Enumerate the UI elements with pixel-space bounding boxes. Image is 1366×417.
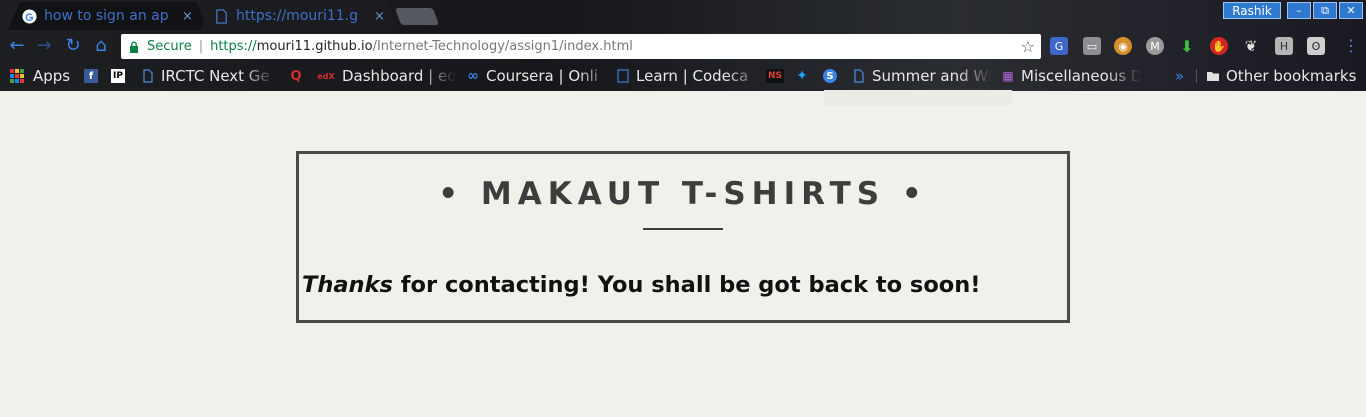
bookmark-apps[interactable]: Apps: [10, 66, 70, 86]
download-extension-icon[interactable]: ⬇: [1178, 37, 1196, 56]
forward-icon[interactable]: →: [34, 36, 54, 56]
adblock-extension-icon[interactable]: ✋: [1210, 37, 1228, 55]
lock-icon: [130, 41, 138, 53]
bookmarks-divider: [1196, 69, 1197, 83]
tab-title: https://mouri11.g: [236, 8, 359, 24]
bookmark-coursera[interactable]: ∞ Coursera | Onli: [466, 66, 614, 86]
h-extension-icon[interactable]: H: [1275, 37, 1293, 55]
misc-icon: ▦: [1002, 69, 1014, 83]
tab-close-icon[interactable]: ×: [182, 9, 193, 24]
folder-icon: [1207, 72, 1219, 81]
bookmark-miscellaneous[interactable]: ▦ Miscellaneous D: [1001, 66, 1141, 86]
bookmarks-overflow-icon[interactable]: »: [1175, 67, 1184, 85]
new-tab-button[interactable]: [394, 8, 440, 25]
reload-icon[interactable]: ↻: [63, 36, 83, 56]
chrome-menu-icon[interactable]: ⋮: [1343, 36, 1359, 55]
bookmark-twitter[interactable]: ✦: [795, 66, 815, 86]
bookmark-irctc[interactable]: IRCTC Next Ge: [141, 66, 276, 86]
tab-title: how to sign an ap: [44, 8, 169, 24]
bookmarks-bar: Apps f IP IRCTC Next Ge Q edX Dashboard …: [0, 62, 1366, 89]
google-icon: [22, 9, 37, 24]
page-icon: [854, 69, 864, 83]
twitter-icon: ✦: [796, 68, 808, 84]
thanks-message: Thanks for contacting! You shall be got …: [302, 272, 1062, 298]
content-card: • MAKAUT T-SHIRTS • Thanks for contactin…: [296, 151, 1070, 323]
face-extension-icon[interactable]: ◉: [1114, 37, 1132, 55]
minimize-button[interactable]: –: [1287, 2, 1311, 19]
m-extension-icon[interactable]: M: [1146, 37, 1164, 55]
translate-extension-icon[interactable]: G: [1050, 37, 1068, 55]
tab-google-search[interactable]: how to sign an ap ×: [8, 2, 208, 30]
profile-button[interactable]: Rashik: [1223, 2, 1281, 19]
apps-grid-icon: [10, 69, 24, 83]
coursera-icon: ∞: [467, 68, 479, 84]
bookmark-s[interactable]: S: [823, 66, 843, 86]
chat-extension-icon[interactable]: ▭: [1083, 37, 1101, 55]
codecademy-icon: [617, 69, 629, 83]
emoji-extension-icon[interactable]: ʘ: [1307, 37, 1325, 55]
bookmark-other[interactable]: Other bookmarks: [1206, 66, 1356, 86]
bookmark-summer[interactable]: Summer and Wi: [852, 66, 992, 86]
url-host: mouri11.github.io: [256, 39, 373, 54]
secure-label: Secure: [147, 39, 192, 54]
omnibox-separator: |: [198, 39, 204, 54]
ip-icon: IP: [111, 69, 125, 83]
page-icon: [216, 9, 227, 24]
tab-active-page[interactable]: https://mouri11.g ×: [200, 2, 400, 30]
bookmark-ns[interactable]: NS: [766, 66, 790, 86]
restore-button[interactable]: ⧉: [1313, 2, 1337, 19]
tab-close-icon[interactable]: ×: [374, 9, 385, 24]
title-underline: [643, 228, 723, 230]
thanks-rest: for contacting! You shall be got back to…: [392, 272, 981, 298]
page-icon: [143, 69, 153, 83]
quora-icon: Q: [290, 68, 302, 84]
page-title: • MAKAUT T-SHIRTS •: [438, 176, 928, 212]
url-path: /Internet-Technology/assign1/index.html: [372, 39, 633, 54]
browser-chrome: how to sign an ap × https://mouri11.g × …: [0, 0, 1366, 91]
close-window-button[interactable]: ✕: [1339, 2, 1363, 19]
edx-icon: edX: [317, 71, 335, 81]
back-icon[interactable]: ←: [7, 36, 27, 56]
url-scheme: https://: [210, 39, 257, 54]
bookmark-quora[interactable]: Q: [289, 66, 309, 86]
tab-strip: how to sign an ap × https://mouri11.g × …: [0, 0, 1366, 30]
home-icon[interactable]: ⌂: [91, 36, 111, 56]
bookmark-codecademy[interactable]: Learn | Codeca: [616, 66, 762, 86]
paw-extension-icon[interactable]: ❦: [1242, 37, 1260, 55]
dropdown-shadow: [824, 90, 1012, 105]
s-icon: S: [823, 69, 837, 83]
toolbar: ← → ↻ ⌂ Secure | https:// mouri11.github…: [0, 30, 1366, 62]
bookmark-facebook[interactable]: f: [84, 66, 104, 86]
ns-icon: NS: [766, 69, 784, 83]
facebook-icon: f: [84, 69, 98, 83]
thanks-emphasis: Thanks: [302, 272, 393, 298]
bookmark-star-icon[interactable]: ☆: [1021, 37, 1035, 56]
address-bar[interactable]: Secure | https:// mouri11.github.io /Int…: [121, 34, 1041, 59]
bookmark-edx[interactable]: edX Dashboard | ed: [316, 66, 456, 86]
bookmark-ip[interactable]: IP: [111, 66, 131, 86]
